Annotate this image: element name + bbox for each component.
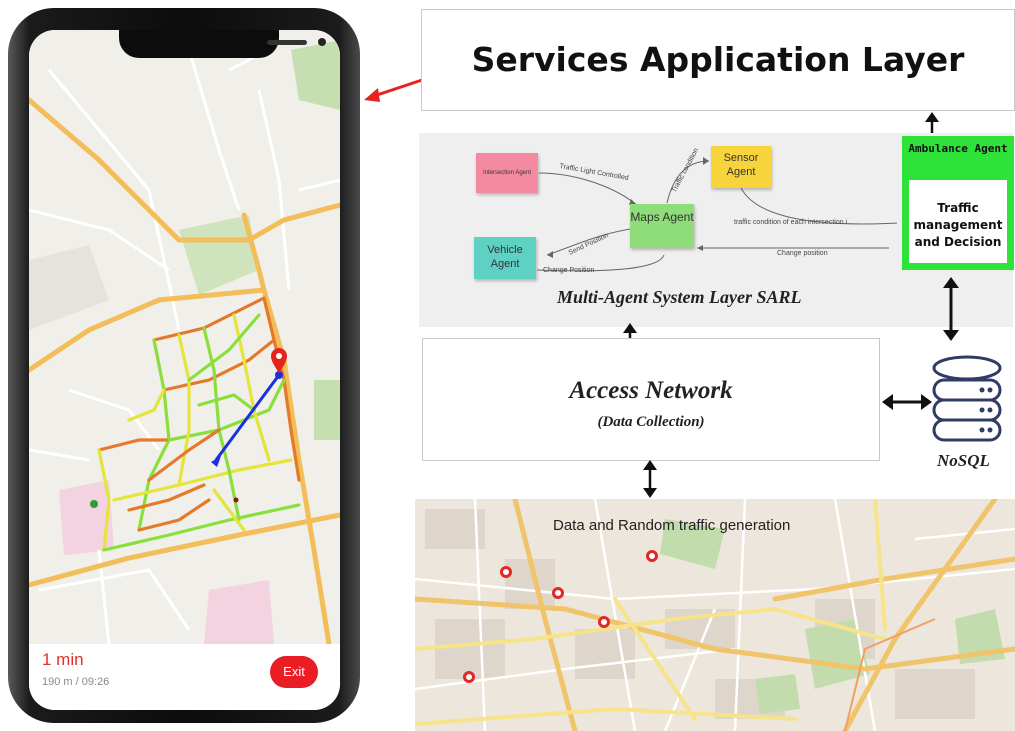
exit-button[interactable]: Exit bbox=[270, 656, 318, 688]
speaker bbox=[267, 40, 307, 45]
database-icon bbox=[932, 355, 1002, 442]
access-network-title: Access Network bbox=[569, 377, 733, 404]
traffic-map-title: Data and Random traffic generation bbox=[553, 517, 791, 534]
link-arrow bbox=[364, 76, 429, 102]
arrow-up-icon bbox=[925, 112, 939, 134]
access-network-subtitle: (Data Collection) bbox=[597, 414, 705, 430]
nosql-label: NoSQL bbox=[937, 451, 990, 470]
intersection-agent-label: Intersection Agent bbox=[482, 170, 532, 176]
access-network-layer: Access Network (Data Collection) bbox=[422, 338, 880, 461]
eta-distance-time: 190 m / 09:26 bbox=[42, 676, 110, 688]
ambulance-agent: Ambulance Agent Traffic management and D… bbox=[902, 136, 1014, 270]
maps-agent: Maps Agent bbox=[630, 204, 694, 248]
services-title: Services Application Layer bbox=[471, 40, 965, 79]
traffic-decision-text: Traffic management and Decision bbox=[913, 201, 1003, 249]
front-camera bbox=[318, 38, 326, 46]
phone-notch bbox=[119, 30, 326, 58]
edge-label-traffic-each: traffic condition of each intersection i bbox=[734, 219, 848, 226]
vehicle-agent-label: Vehicle Agent bbox=[487, 244, 523, 270]
double-arrow-icon bbox=[882, 394, 932, 410]
navigation-bottom-bar: 1 min 190 m / 09:26 Exit bbox=[29, 644, 340, 710]
sensor-agent: Sensor Agent bbox=[711, 146, 771, 188]
maps-agent-label: Maps Agent bbox=[630, 210, 694, 224]
edge-label-change-position-2: Change position bbox=[777, 250, 828, 257]
arrow-head-icon bbox=[364, 88, 380, 102]
phone-screen: 1 min 190 m / 09:26 Exit bbox=[29, 30, 340, 710]
eta-time: 1 min bbox=[42, 650, 84, 669]
double-arrow-icon bbox=[943, 277, 959, 341]
ambulance-agent-title: Ambulance Agent bbox=[908, 142, 1008, 155]
traffic-generation-map: Data and Random traffic generation bbox=[415, 499, 1015, 731]
double-arrow-icon bbox=[643, 460, 657, 498]
vehicle-agent: Vehicle Agent bbox=[474, 237, 536, 279]
navigation-map bbox=[29, 30, 340, 644]
sensor-agent-label: Sensor Agent bbox=[723, 152, 759, 178]
intersection-agent: Intersection Agent bbox=[476, 153, 538, 193]
traffic-decision-panel: Traffic management and Decision bbox=[909, 180, 1007, 263]
mas-layer-title: Multi-Agent System Layer SARL bbox=[557, 287, 802, 307]
services-application-layer: Services Application Layer bbox=[421, 9, 1015, 111]
edge-label-change-position-1: Change Position bbox=[543, 267, 595, 274]
phone-mockup: 1 min 190 m / 09:26 Exit bbox=[8, 8, 360, 723]
